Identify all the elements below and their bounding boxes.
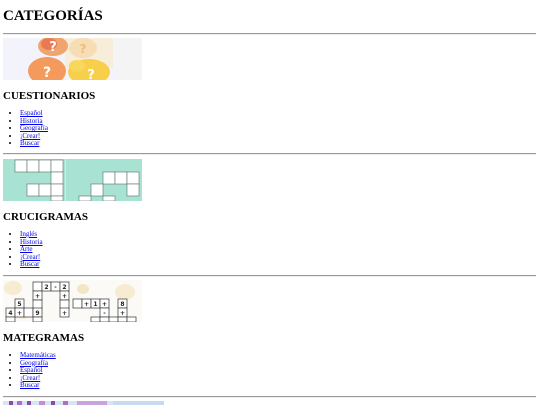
svg-text:+: + (120, 310, 125, 317)
svg-text:2: 2 (44, 284, 48, 291)
crucigramas-thumbnail[interactable] (3, 159, 142, 201)
section-title-crucigramas: CRUCIGRAMAS (3, 211, 88, 223)
svg-text:+: + (17, 310, 22, 317)
svg-text:+: + (62, 310, 67, 317)
divider (3, 396, 536, 398)
mategramas-links: Matemáticas Geografía Español ¡Crear! Bu… (3, 351, 56, 390)
list-item: Buscar (20, 382, 56, 390)
svg-text:2: 2 (62, 284, 66, 291)
mategramas-thumbnail[interactable]: 2 - 2 + + 5 4 + 9 + 1 + 8 + - + (3, 280, 142, 322)
divider (3, 153, 536, 155)
svg-text:+: + (102, 301, 107, 308)
crossword-grid-icon (3, 159, 142, 201)
page-title: CATEGORÍAS (3, 8, 103, 24)
svg-text:?: ? (43, 65, 51, 80)
section-title-mategramas: MATEGRAMAS (3, 332, 85, 344)
svg-text:1: 1 (93, 301, 97, 308)
svg-text:9: 9 (35, 310, 39, 317)
list-item: Buscar (20, 261, 43, 269)
svg-text:+: + (35, 293, 40, 300)
cuestionarios-links: Español Historia Geografía ¡Crear! Busca… (3, 109, 48, 148)
link-buscar[interactable]: Buscar (20, 139, 39, 148)
list-item: Buscar (20, 140, 48, 148)
link-buscar[interactable]: Buscar (20, 381, 39, 390)
svg-text:8: 8 (120, 301, 124, 308)
svg-text:+: + (62, 293, 67, 300)
cuestionarios-thumbnail[interactable]: ? ? ? ? (3, 38, 142, 80)
question-bubbles-icon: ? ? ? ? (3, 38, 142, 80)
section-title-cuestionarios: CUESTIONARIOS (3, 90, 96, 102)
math-crossword-icon: 2 - 2 + + 5 4 + 9 + 1 + 8 + - + (3, 280, 142, 322)
divider (3, 275, 536, 277)
svg-text:?: ? (80, 42, 87, 56)
crucigramas-links: Inglés Historia Arte ¡Crear! Buscar (3, 230, 43, 269)
svg-text:?: ? (49, 40, 57, 55)
svg-text:5: 5 (17, 301, 21, 308)
link-buscar[interactable]: Buscar (20, 260, 39, 269)
divider (3, 33, 536, 35)
svg-text:?: ? (87, 68, 95, 80)
svg-text:+: + (84, 301, 89, 308)
svg-text:4: 4 (8, 310, 12, 317)
sopas-thumbnail[interactable] (3, 401, 164, 405)
word-search-icon (3, 401, 164, 405)
